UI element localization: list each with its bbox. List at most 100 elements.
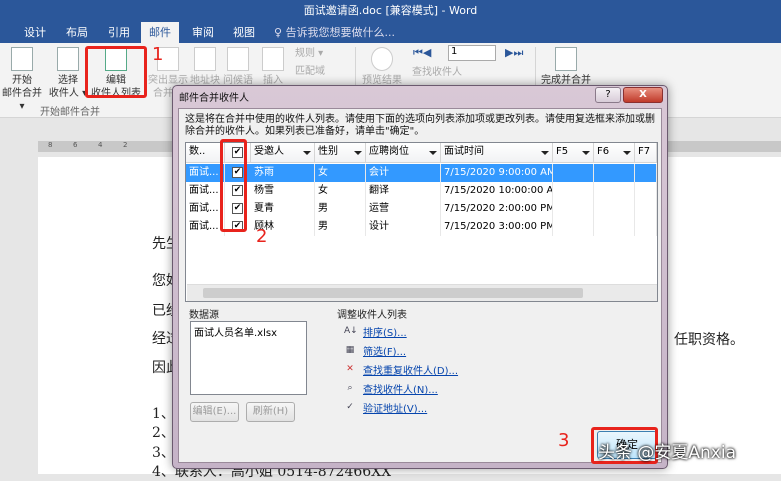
cell-empty: [553, 182, 594, 200]
preview-results-button[interactable]: 预览结果: [360, 47, 404, 87]
tab-view[interactable]: 视图: [229, 22, 259, 43]
cell-position: 翻译: [366, 182, 441, 200]
label: 受邀人: [254, 146, 284, 157]
rules-button[interactable]: 规则 ▾: [295, 47, 323, 60]
data-source-label: 数据源: [189, 310, 219, 321]
title-bar: 面试邀请函.doc [兼容模式] - Word: [0, 0, 781, 22]
tab-layout[interactable]: 布局: [62, 22, 92, 43]
cell-gender: 女: [315, 182, 366, 200]
data-source-item[interactable]: 面试人员名单.xlsx: [194, 328, 277, 339]
tab-review[interactable]: 审阅: [188, 22, 218, 43]
data-source-list[interactable]: 面试人员名单.xlsx: [190, 321, 307, 395]
label: 收件人 ▾: [48, 88, 88, 99]
dropdown-icon[interactable]: [582, 151, 590, 155]
document-icon: [11, 47, 33, 71]
cell-empty: [635, 182, 657, 200]
label: F5: [556, 146, 569, 157]
label: 查找收件人: [412, 67, 462, 78]
cell-empty: [635, 218, 657, 236]
recipient-row[interactable]: 面试... 杨雪女翻译 7/15/2020 10:00:00 A... ✔: [186, 182, 657, 200]
cell-empty: [594, 200, 635, 218]
help-button[interactable]: ?: [595, 87, 621, 103]
column-header-f5[interactable]: F5: [553, 143, 594, 163]
last-record-icon[interactable]: ▶⏭: [505, 46, 523, 60]
doc-text: 任职资格。: [674, 332, 744, 348]
find-recipient-button[interactable]: 查找收件人: [412, 66, 462, 79]
recipient-row[interactable]: 面试... 苏雨女会计 7/15/2020 9:00:00 AM ✔: [186, 164, 657, 182]
tell-me-search[interactable]: ♀ 告诉我您想要做什么...: [270, 22, 399, 43]
annotation-box: [85, 46, 147, 98]
insert-field-icon: [262, 47, 284, 71]
address-block-button[interactable]: 地址块: [190, 47, 220, 87]
dropdown-icon[interactable]: [303, 151, 311, 155]
dropdown-icon[interactable]: [541, 151, 549, 155]
find-duplicates-link[interactable]: 查找重复收件人(D)...: [363, 362, 458, 377]
tab-mailings[interactable]: 邮件: [141, 22, 179, 43]
dropdown-icon[interactable]: [623, 151, 631, 155]
cell-gender: 男: [315, 218, 366, 236]
find-recipient-link[interactable]: 查找收件人(N)...: [363, 381, 438, 396]
dialog-body: 这是将在合并中使用的收件人列表。请使用下面的选项向列表添加项或更改列表。请使用复…: [178, 108, 662, 463]
tab-design[interactable]: 设计: [20, 22, 50, 43]
edit-source-button[interactable]: 编辑(E)...: [190, 402, 239, 422]
instructions-text: 这是将在合并中使用的收件人列表。请使用下面的选项向列表添加项或更改列表。请使用复…: [185, 114, 655, 137]
refresh-button[interactable]: 刷新(H): [246, 402, 295, 422]
horizontal-scrollbar[interactable]: [187, 284, 657, 301]
start-mail-merge-button[interactable]: 开始邮件合并 ▾: [2, 47, 42, 113]
label: 性别: [318, 146, 338, 157]
record-number-input[interactable]: 1: [448, 45, 496, 61]
cell-empty: [553, 200, 594, 218]
scrollbar-thumb[interactable]: [203, 288, 583, 298]
sort-icon: A↓: [344, 326, 358, 336]
column-header-f6[interactable]: F6: [594, 143, 635, 163]
column-header-position[interactable]: 应聘岗位: [366, 143, 441, 163]
ruler-tick: 2: [123, 141, 128, 149]
insert-merge-field-button[interactable]: 插入: [260, 47, 286, 87]
match-fields-button[interactable]: 匹配域: [295, 65, 325, 78]
cell-position: 运营: [366, 200, 441, 218]
cell-empty: [635, 164, 657, 182]
dropdown-icon[interactable]: [354, 151, 362, 155]
close-button[interactable]: X: [623, 87, 663, 103]
cell-name: 杨雪: [251, 182, 315, 200]
ribbon-tabs: 设计 布局 引用 邮件 审阅 视图 ♀ 告诉我您想要做什么...: [0, 22, 781, 43]
dropdown-icon[interactable]: [429, 151, 437, 155]
column-header-gender[interactable]: 性别: [315, 143, 366, 163]
cell-empty: [635, 200, 657, 218]
dialog-title: 邮件合并收件人: [179, 93, 249, 104]
label: 邮件合并 ▾: [2, 88, 42, 112]
column-header-f7[interactable]: F7: [635, 143, 657, 163]
recipient-row[interactable]: 面试... 夏青男运营 7/15/2020 2:00:00 PM ✔: [186, 200, 657, 218]
label: 面试时间: [444, 146, 484, 157]
first-record-icon[interactable]: ⏮◀: [413, 46, 431, 60]
label: 应聘岗位: [369, 146, 409, 157]
label: 开始: [12, 75, 32, 86]
watermark: 头条 @安夏Anxia: [598, 443, 737, 463]
recipients-grid[interactable]: 数.. ✔ 受邀人 性别 应聘岗位 面试时间 F5 F6 F7 面试... 苏雨女…: [185, 142, 658, 302]
search-icon: ⌕: [347, 383, 353, 393]
cell-name: 夏青: [251, 200, 315, 218]
column-header-time[interactable]: 面试时间: [441, 143, 553, 163]
recipients-icon: [57, 47, 79, 71]
ruler-tick: 6: [73, 141, 78, 149]
cell-empty: [594, 164, 635, 182]
validate-addresses-link[interactable]: 验证地址(V)...: [363, 400, 427, 415]
filter-link[interactable]: 筛选(F)...: [363, 343, 406, 358]
annotation-number: 2: [256, 226, 268, 247]
sort-link[interactable]: 排序(S)...: [363, 324, 407, 339]
cell-time: 7/15/2020 2:00:00 PM: [441, 200, 553, 218]
cell-position: 设计: [366, 218, 441, 236]
label: F7: [638, 146, 651, 157]
duplicates-icon: ✕: [346, 364, 354, 374]
tell-me-text: 告诉我您想要做什么...: [285, 26, 396, 39]
cell-gender: 女: [315, 164, 366, 182]
tab-references[interactable]: 引用: [104, 22, 134, 43]
refine-list-label: 调整收件人列表: [337, 310, 407, 321]
cell-empty: [553, 218, 594, 236]
finish-merge-button[interactable]: 完成并合并: [540, 47, 592, 87]
select-recipients-button[interactable]: 选择 收件人 ▾: [48, 47, 88, 100]
preview-icon: [371, 47, 393, 71]
greeting-line-button[interactable]: 问候语: [222, 47, 254, 87]
cell-empty: [553, 164, 594, 182]
column-header-name[interactable]: 受邀人: [251, 143, 315, 163]
